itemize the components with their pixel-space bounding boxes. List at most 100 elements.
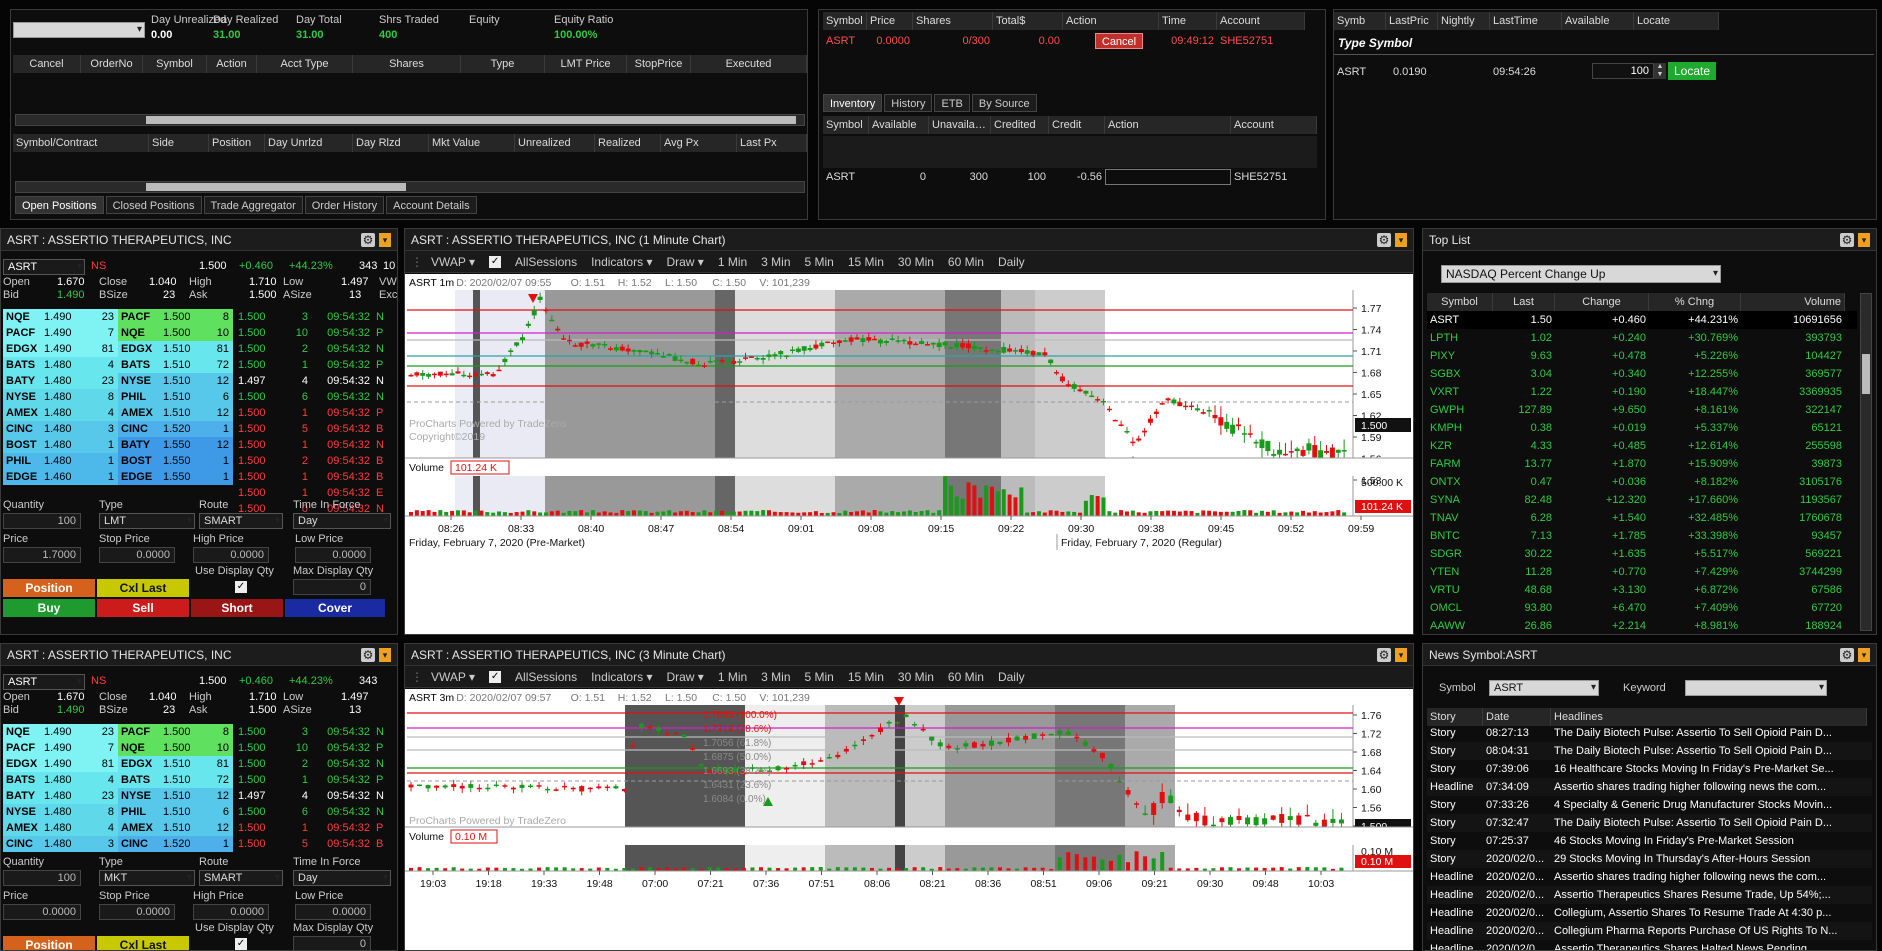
bid-row[interactable]: BATY 1.480 23 xyxy=(3,373,118,389)
ask-row[interactable]: NYSE 1.510 12 xyxy=(118,373,233,389)
chart-toolbar-item-4[interactable]: 1 Min xyxy=(718,670,747,684)
ask-row[interactable]: EDGX 1.510 81 xyxy=(118,341,233,357)
inventory-tab-0[interactable]: Inventory xyxy=(823,94,883,112)
bid-row[interactable]: NYSE 1.480 8 xyxy=(3,804,118,820)
bid-row[interactable]: NQE 1.490 23 xyxy=(3,724,118,740)
bid-row[interactable]: AMEX 1.480 4 xyxy=(3,405,118,421)
price-input[interactable]: 0.0000 xyxy=(3,904,81,920)
ask-row[interactable]: BATY 1.550 12 xyxy=(118,437,233,453)
top-list-row[interactable]: ONTX 0.47 +0.036 +8.182% 3105176 xyxy=(1427,473,1857,491)
bid-row[interactable]: EDGE 1.460 1 xyxy=(3,469,118,485)
cancel-last-button[interactable]: Cxl Last xyxy=(97,579,189,597)
gear-icon[interactable]: ⚙ xyxy=(361,647,375,662)
account-selector[interactable] xyxy=(13,22,145,38)
route-select[interactable]: SMART xyxy=(199,870,283,886)
top-list-row[interactable]: AAWW 26.86 +2.214 +8.981% 188924 xyxy=(1427,617,1857,634)
allsessions-checkbox[interactable]: ✓ xyxy=(489,670,502,683)
sell-button[interactable]: Sell xyxy=(97,599,189,617)
lock-icon[interactable]: ▾ xyxy=(379,232,391,247)
bid-row[interactable]: BATS 1.480 4 xyxy=(3,772,118,788)
ask-row[interactable]: BOST 1.550 1 xyxy=(118,453,233,469)
ask-row[interactable]: BATS 1.510 72 xyxy=(118,357,233,373)
gear-icon[interactable]: ⚙ xyxy=(1840,647,1854,662)
order-cancel-button[interactable]: Cancel xyxy=(1095,33,1143,49)
stop-price-input[interactable]: 0.0000 xyxy=(99,547,175,563)
top-list-row[interactable]: KZR 4.33 +0.485 +12.614% 255598 xyxy=(1427,437,1857,455)
position-button[interactable]: Position xyxy=(3,579,95,597)
gear-icon[interactable]: ⚙ xyxy=(361,232,375,247)
route-select[interactable]: SMART xyxy=(199,513,283,529)
tif-select[interactable]: Day xyxy=(293,870,391,886)
lock-icon[interactable]: ▾ xyxy=(379,647,391,662)
bid-row[interactable]: EDGX 1.490 81 xyxy=(3,756,118,772)
chart-toolbar-item-3[interactable]: Draw ▾ xyxy=(666,670,703,684)
lock-icon[interactable]: ▾ xyxy=(1858,647,1870,662)
account-tab-2[interactable]: Trade Aggregator xyxy=(203,196,303,214)
gear-icon[interactable]: ⚙ xyxy=(1377,232,1391,247)
bid-row[interactable]: NYSE 1.480 8 xyxy=(3,389,118,405)
chart-toolbar-item-7[interactable]: 15 Min xyxy=(848,670,884,684)
high-price-input[interactable]: 0.0000 xyxy=(193,547,269,563)
short-button[interactable]: Short xyxy=(191,599,283,617)
positions-scrollbar[interactable] xyxy=(15,181,805,193)
news-keyword-select[interactable] xyxy=(1685,680,1827,696)
bid-row[interactable]: AMEX 1.480 4 xyxy=(3,820,118,836)
ask-row[interactable]: AMEX 1.510 12 xyxy=(118,405,233,421)
inventory-tab-1[interactable]: History xyxy=(884,94,933,112)
bid-row[interactable]: CINC 1.480 3 xyxy=(3,421,118,437)
chart-toolbar-item-5[interactable]: 3 Min xyxy=(761,670,790,684)
low-price-input[interactable]: 0.0000 xyxy=(295,547,371,563)
chart-toolbar-item-9[interactable]: 60 Min xyxy=(948,670,984,684)
chart-toolbar-item-2[interactable]: Indicators ▾ xyxy=(591,670,652,684)
inventory-tab-2[interactable]: ETB xyxy=(934,94,970,112)
tif-select[interactable]: Day xyxy=(293,513,391,529)
chart-toolbar-item-6[interactable]: 5 Min xyxy=(805,255,834,269)
locate-qty-stepper[interactable]: ▲ ▼ xyxy=(1654,63,1666,79)
news-row[interactable]: Headline 07:34:09 Assertio shares trading … xyxy=(1427,778,1872,796)
orders-row[interactable]: ASRT 0.0000 0/300 0.00 Cancel 09:49:12 SHE5275… xyxy=(823,32,1317,50)
chart-toolbar-item-10[interactable]: Daily xyxy=(998,255,1025,269)
chart-toolbar-item-3[interactable]: Draw ▾ xyxy=(666,255,703,269)
bid-row[interactable]: PACF 1.490 7 xyxy=(3,740,118,756)
top-list-row[interactable]: TNAV 6.28 +1.540 +32.485% 1760678 xyxy=(1427,509,1857,527)
news-row[interactable]: Story 07:25:37 46 Stocks Moving In Friday'… xyxy=(1427,832,1872,850)
top-list-selector[interactable]: NASDAQ Percent Change Up xyxy=(1441,265,1721,283)
gear-icon[interactable]: ⚙ xyxy=(1377,647,1391,662)
max-display-qty-input[interactable]: 0 xyxy=(293,579,371,595)
news-row[interactable]: Story 2020/02/0... 29 Stocks Moving In Thu… xyxy=(1427,850,1872,868)
bid-row[interactable]: BOST 1.480 1 xyxy=(3,437,118,453)
news-row[interactable]: Headline 2020/02/0... Collegium Pharma Rep… xyxy=(1427,922,1872,940)
cancel-last-button[interactable]: Cxl Last xyxy=(97,936,189,950)
order-type-select[interactable]: LMT xyxy=(99,513,195,529)
news-row[interactable]: Story 08:27:13 The Daily Biotech Pulse: As… xyxy=(1427,724,1872,742)
price-input[interactable]: 1.7000 xyxy=(3,547,81,563)
chart-toolbar-item-7[interactable]: 15 Min xyxy=(848,255,884,269)
chart-toolbar-item-10[interactable]: Daily xyxy=(998,670,1025,684)
bid-row[interactable]: BATY 1.480 23 xyxy=(3,788,118,804)
ask-row[interactable]: BATS 1.510 72 xyxy=(118,772,233,788)
order-type-select[interactable]: MKT xyxy=(99,870,195,886)
bid-row[interactable]: PHIL 1.480 1 xyxy=(3,453,118,469)
ask-row[interactable]: PACF 1.500 8 xyxy=(118,309,233,325)
top-list-row[interactable]: PIXY 9.63 +0.478 +5.226% 104427 xyxy=(1427,347,1857,365)
allsessions-checkbox[interactable]: ✓ xyxy=(489,255,502,268)
buy-button[interactable]: Buy xyxy=(3,599,95,617)
ask-row[interactable]: EDGX 1.510 81 xyxy=(118,756,233,772)
locate-qty-input[interactable]: 100 xyxy=(1592,63,1654,79)
top-list-row[interactable]: ASRT 1.50 +0.460 +44.231% 10691656 xyxy=(1427,311,1857,329)
ask-row[interactable]: PHIL 1.510 6 xyxy=(118,804,233,820)
bid-row[interactable]: EDGX 1.490 81 xyxy=(3,341,118,357)
use-display-qty-checkbox[interactable]: ✓ xyxy=(235,938,247,950)
top-list-row[interactable]: YTEN 11.28 +0.770 +7.429% 3744299 xyxy=(1427,563,1857,581)
ask-row[interactable]: EDGE 1.550 1 xyxy=(118,469,233,485)
lock-icon[interactable]: ▾ xyxy=(1858,232,1870,247)
max-display-qty-input[interactable]: 0 xyxy=(293,936,371,950)
chart-toolbar-item-9[interactable]: 60 Min xyxy=(948,255,984,269)
ask-row[interactable]: PHIL 1.510 6 xyxy=(118,389,233,405)
chart-toolbar-item-0[interactable]: VWAP ▾ xyxy=(431,255,475,269)
chart-toolbar-item-8[interactable]: 30 Min xyxy=(898,670,934,684)
use-display-qty-checkbox[interactable]: ✓ xyxy=(235,581,247,593)
montage-symbol-input[interactable]: ASRT xyxy=(3,259,85,275)
news-row[interactable]: Headline 2020/02/0... Collegium, Assertio … xyxy=(1427,904,1872,922)
chart-toolbar-item-5[interactable]: 3 Min xyxy=(761,255,790,269)
